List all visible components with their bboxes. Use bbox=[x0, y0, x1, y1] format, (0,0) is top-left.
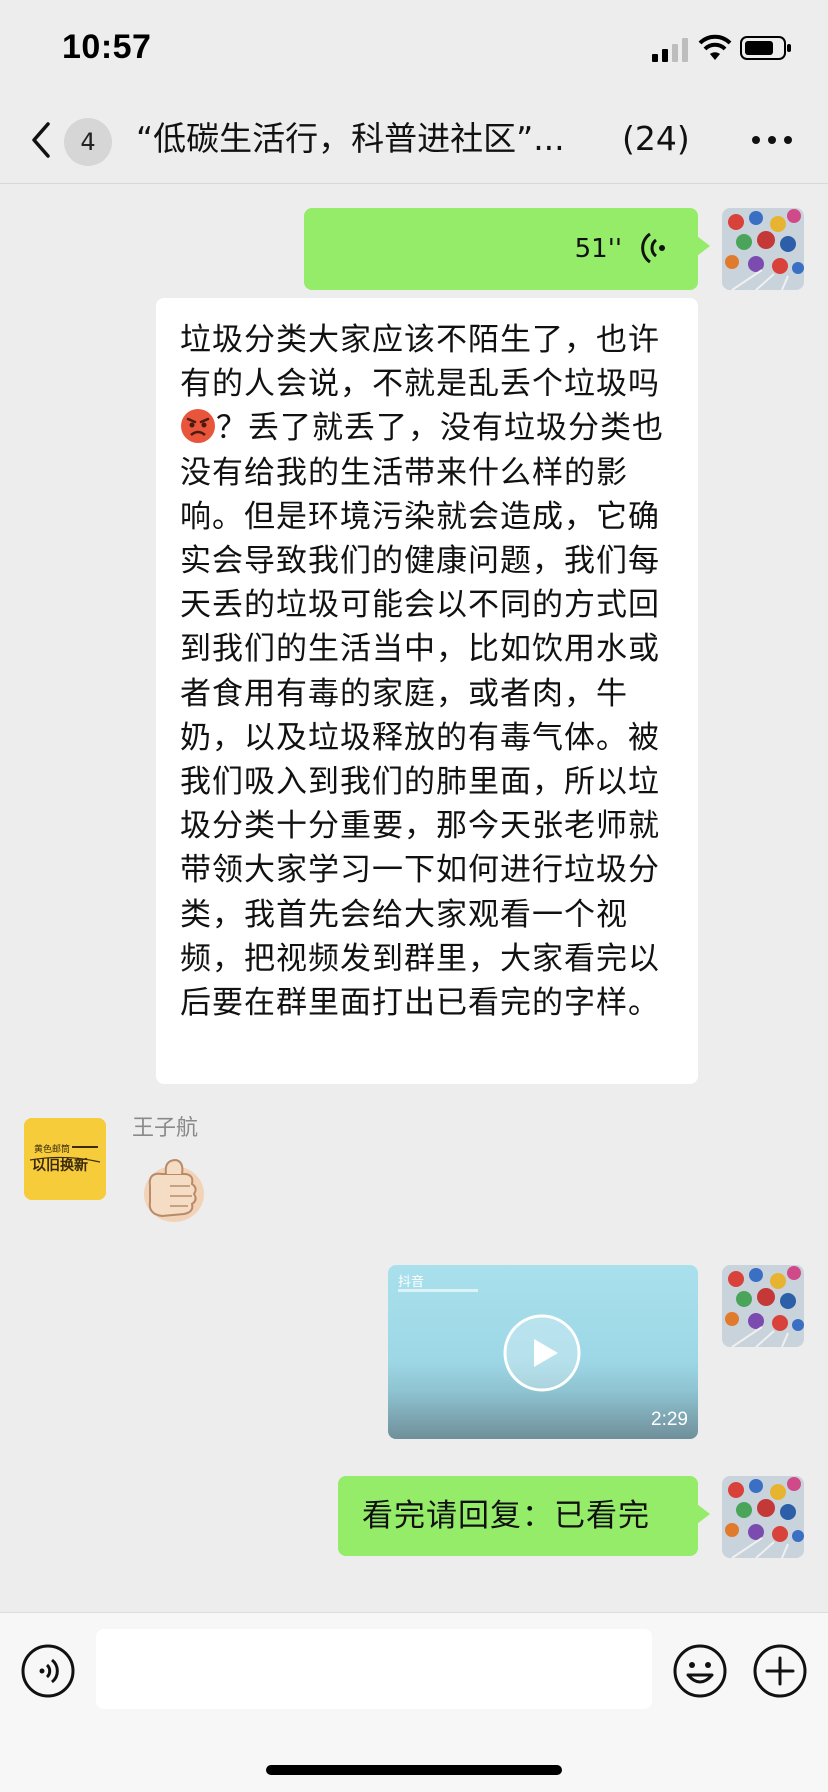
sender-name: 王子航 bbox=[132, 1116, 199, 1141]
message-text-part-2: ？丢了就丢了，没有垃圾分类也没有给我的生活带来什么样的影响。但是环境污染就会造成… bbox=[180, 410, 664, 1022]
video-duration: 2:29 bbox=[651, 1409, 688, 1430]
chat-title: “低碳生活行，科普进社区”... bbox=[136, 119, 565, 158]
my-avatar[interactable] bbox=[722, 1265, 804, 1347]
plus-icon[interactable] bbox=[752, 1643, 808, 1699]
message-text: 垃圾分类大家应该不陌生了，也许有的人会说，不就是乱丢个垃圾吗 ？丢了就丢了，没有… bbox=[180, 318, 680, 1025]
sender-avatar[interactable]: 黄色邮筒 以旧换新 bbox=[24, 1118, 106, 1200]
home-indicator bbox=[266, 1765, 562, 1775]
video-brand-label: 抖音 bbox=[398, 1275, 425, 1290]
sender-avatar-logo: 黄色邮筒 以旧换新 bbox=[24, 1118, 106, 1200]
more-icon[interactable] bbox=[748, 132, 796, 148]
voice-message-bubble[interactable]: 51'' bbox=[304, 208, 710, 290]
reply-instruction-text: 看完请回复：已看完 bbox=[362, 1498, 650, 1534]
emoji-icon[interactable] bbox=[672, 1643, 728, 1699]
input-bar bbox=[0, 1612, 828, 1792]
message-text-part-1: 垃圾分类大家应该不陌生了，也许有的人会说，不就是乱丢个垃圾吗 bbox=[180, 322, 660, 403]
cellular-signal-icon bbox=[652, 38, 688, 62]
back-icon[interactable] bbox=[26, 118, 56, 162]
wifi-icon bbox=[698, 34, 732, 60]
voice-duration: 51'' bbox=[574, 234, 622, 264]
video-brand-subline bbox=[398, 1289, 478, 1292]
my-avatar[interactable] bbox=[722, 208, 804, 290]
voice-input-icon[interactable] bbox=[20, 1643, 76, 1699]
play-icon[interactable] bbox=[502, 1313, 582, 1393]
sender-avatar-line2: 以旧换新 bbox=[32, 1157, 88, 1174]
member-count: (24) bbox=[622, 119, 690, 158]
reply-instruction-bubble[interactable]: 看完请回复：已看完 bbox=[338, 1476, 710, 1556]
status-time: 10:57 bbox=[62, 28, 152, 66]
battery-icon bbox=[740, 36, 791, 60]
video-message[interactable]: 抖音 2:29 bbox=[388, 1265, 698, 1439]
status-bar: 10:57 bbox=[0, 0, 828, 96]
voice-wave-icon bbox=[641, 232, 665, 264]
long-text-message[interactable]: 垃圾分类大家应该不陌生了，也许有的人会说，不就是乱丢个垃圾吗 ？丢了就丢了，没有… bbox=[156, 298, 698, 1084]
my-avatar[interactable] bbox=[722, 1476, 804, 1558]
thumbs-up-sticker-icon[interactable] bbox=[136, 1150, 212, 1226]
message-input[interactable] bbox=[96, 1629, 652, 1709]
unread-count-badge[interactable]: 4 bbox=[64, 118, 112, 166]
chat-header: 4 “低碳生活行，科普进社区”... (24) bbox=[0, 96, 828, 184]
angry-face-emoji-icon bbox=[181, 409, 215, 444]
sender-avatar-line1: 黄色邮筒 bbox=[34, 1143, 70, 1155]
